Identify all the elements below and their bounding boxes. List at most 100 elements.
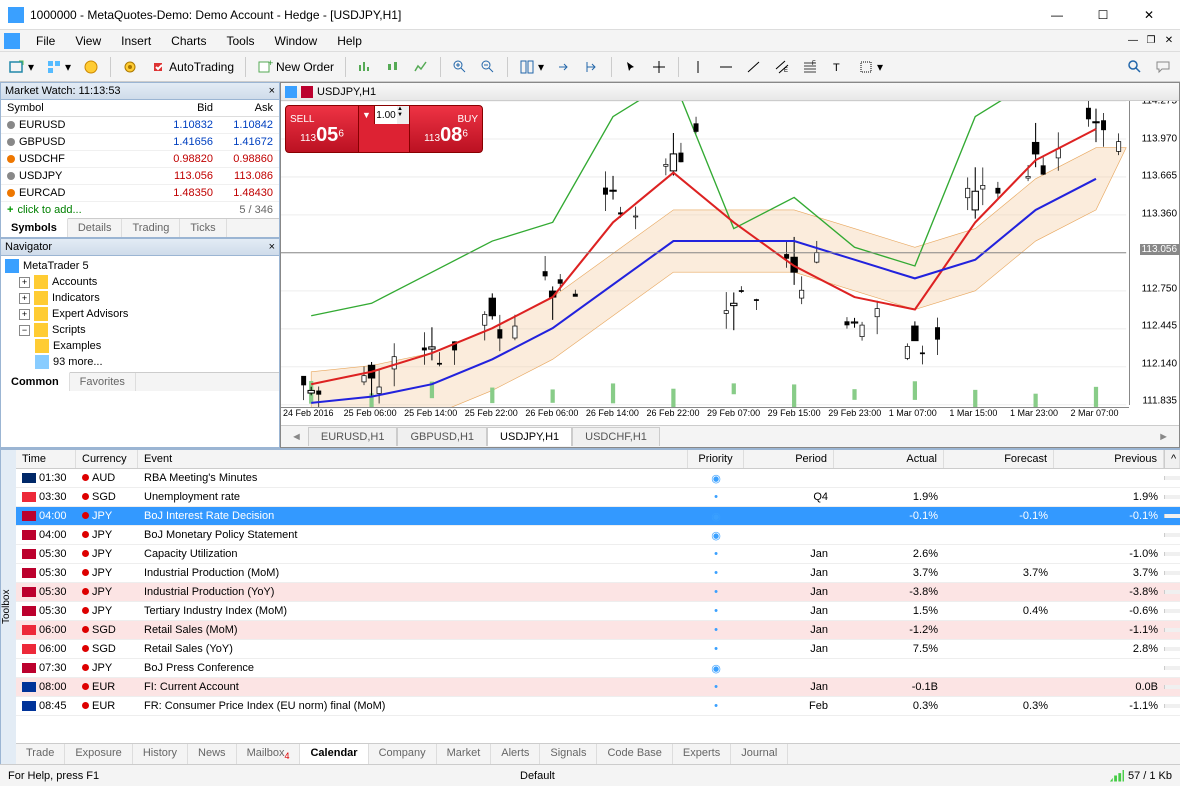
tree-accounts[interactable]: +Accounts	[3, 274, 277, 290]
minimize-button[interactable]: —	[1034, 0, 1080, 30]
col-currency[interactable]: Currency	[76, 450, 138, 468]
sell-button[interactable]: SELL 113056	[285, 105, 359, 153]
toolbox-tab-exposure[interactable]: Exposure	[65, 744, 132, 764]
new-order-button[interactable]: +New Order	[252, 55, 339, 79]
calendar-row[interactable]: 01:30 AUD RBA Meeting's Minutes ◉	[16, 469, 1180, 488]
col-period[interactable]: Period	[744, 450, 834, 468]
objects-button[interactable]: ▾	[853, 55, 888, 79]
buy-button[interactable]: BUY 113086	[409, 105, 483, 153]
col-time[interactable]: Time	[16, 450, 76, 468]
calendar-row[interactable]: 05:30 JPY Capacity Utilization • Jan 2.6…	[16, 545, 1180, 564]
mw-tab-ticks[interactable]: Ticks	[180, 219, 226, 237]
crosshair-button[interactable]	[646, 55, 672, 79]
autotrading-button[interactable]: AutoTrading	[145, 55, 239, 79]
col-symbol[interactable]: Symbol	[1, 100, 159, 116]
add-symbol-link[interactable]: click to add...	[17, 204, 81, 216]
chart-tab[interactable]: EURUSD,H1	[308, 427, 398, 446]
col-bid[interactable]: Bid	[159, 100, 219, 116]
chart-tab[interactable]: USDJPY,H1	[487, 427, 572, 446]
toolbox-tab-company[interactable]: Company	[369, 744, 437, 764]
trade-dropdown-icon[interactable]: ▼	[359, 106, 375, 124]
market-watch-row[interactable]: EURCAD 1.483501.48430	[1, 185, 279, 202]
tree-indicators[interactable]: +Indicators	[3, 290, 277, 306]
calendar-row[interactable]: 05:30 JPY Tertiary Industry Index (MoM) …	[16, 602, 1180, 621]
toolbox-tab-alerts[interactable]: Alerts	[491, 744, 540, 764]
calendar-row[interactable]: 03:30 SGD Unemployment rate • Q4 1.9% 1.…	[16, 488, 1180, 507]
toolbox-tab-news[interactable]: News	[188, 744, 237, 764]
expand-icon[interactable]: −	[19, 325, 30, 336]
nav-tab-favorites[interactable]: Favorites	[70, 373, 136, 391]
fibonacci-button[interactable]: F	[797, 55, 823, 79]
text-label-button[interactable]: T	[825, 55, 851, 79]
chart-tab-scroll-right[interactable]: ►	[1152, 431, 1175, 443]
toolbox-tab-experts[interactable]: Experts	[673, 744, 731, 764]
cursor-button[interactable]	[618, 55, 644, 79]
mw-tab-trading[interactable]: Trading	[122, 219, 180, 237]
tree-examples[interactable]: Examples	[3, 338, 277, 354]
col-event[interactable]: Event	[138, 450, 688, 468]
equidistant-channel-button[interactable]: E	[769, 55, 795, 79]
menu-view[interactable]: View	[65, 32, 111, 50]
toolbox-tab-history[interactable]: History	[133, 744, 188, 764]
market-watch-row[interactable]: GBPUSD 1.416561.41672	[1, 134, 279, 151]
menu-help[interactable]: Help	[327, 32, 372, 50]
volume-stepper[interactable]: ▲▼	[397, 106, 409, 124]
search-icon[interactable]	[1122, 55, 1148, 79]
mdi-restore-icon[interactable]: ❐	[1144, 34, 1158, 48]
close-button[interactable]: ✕	[1126, 0, 1172, 30]
add-symbol-icon[interactable]: +	[7, 204, 13, 216]
chart-tab-scroll-left[interactable]: ◄	[285, 431, 308, 443]
chart-shift-button[interactable]	[579, 55, 605, 79]
col-ask[interactable]: Ask	[219, 100, 279, 116]
col-forecast[interactable]: Forecast	[944, 450, 1054, 468]
mw-tab-symbols[interactable]: Symbols	[1, 218, 68, 237]
navigator-close-icon[interactable]: ×	[269, 241, 275, 253]
mdi-minimize-icon[interactable]: —	[1126, 34, 1140, 48]
auto-scroll-button[interactable]	[551, 55, 577, 79]
maximize-button[interactable]: ☐	[1080, 0, 1126, 30]
col-previous[interactable]: Previous	[1054, 450, 1164, 468]
profiles-button[interactable]: ▾	[41, 55, 76, 79]
candlestick-button[interactable]	[380, 55, 406, 79]
chart-tab[interactable]: GBPUSD,H1	[397, 427, 487, 446]
options-button[interactable]	[117, 55, 143, 79]
market-watch-row[interactable]: EURUSD 1.108321.10842	[1, 117, 279, 134]
line-chart-button[interactable]	[408, 55, 434, 79]
toolbox-tab-journal[interactable]: Journal	[731, 744, 788, 764]
mw-tab-details[interactable]: Details	[68, 219, 123, 237]
chart-tab[interactable]: USDCHF,H1	[572, 427, 660, 446]
menu-insert[interactable]: Insert	[111, 32, 161, 50]
menu-tools[interactable]: Tools	[217, 32, 265, 50]
market-watch-row[interactable]: USDJPY 113.056113.086	[1, 168, 279, 185]
toolbox-tab-code-base[interactable]: Code Base	[597, 744, 672, 764]
toolbox-tab-trade[interactable]: Trade	[16, 744, 65, 764]
vertical-line-button[interactable]	[685, 55, 711, 79]
market-watch-button[interactable]	[78, 55, 104, 79]
tree-more[interactable]: 93 more...	[3, 354, 277, 370]
volume-input[interactable]: 1.00	[375, 106, 397, 124]
expand-icon[interactable]: +	[19, 293, 30, 304]
calendar-row[interactable]: 05:30 JPY Industrial Production (MoM) • …	[16, 564, 1180, 583]
toolbox-tab-calendar[interactable]: Calendar	[300, 744, 368, 764]
horizontal-line-button[interactable]	[713, 55, 739, 79]
connection-text[interactable]: 57 / 1 Kb	[1128, 770, 1172, 782]
toolbox-tab-market[interactable]: Market	[437, 744, 492, 764]
expand-icon[interactable]: +	[19, 309, 30, 320]
toolbox-tab-mailbox[interactable]: Mailbox4	[237, 744, 301, 764]
calendar-row[interactable]: 04:00 JPY BoJ Interest Rate Decision ◉ -…	[16, 507, 1180, 526]
zoom-in-button[interactable]	[447, 55, 473, 79]
bar-chart-button[interactable]	[352, 55, 378, 79]
tree-scripts[interactable]: −Scripts	[3, 322, 277, 338]
col-actual[interactable]: Actual	[834, 450, 944, 468]
nav-tab-common[interactable]: Common	[1, 372, 70, 391]
market-watch-close-icon[interactable]: ×	[269, 85, 275, 97]
menu-charts[interactable]: Charts	[161, 32, 216, 50]
toolbox-tab-signals[interactable]: Signals	[540, 744, 597, 764]
calendar-row[interactable]: 04:00 JPY BoJ Monetary Policy Statement …	[16, 526, 1180, 545]
calendar-row[interactable]: 07:30 JPY BoJ Press Conference ◉	[16, 659, 1180, 678]
calendar-row[interactable]: 06:00 SGD Retail Sales (YoY) • Jan 7.5% …	[16, 640, 1180, 659]
calendar-row[interactable]: 08:00 EUR FI: Current Account • Jan -0.1…	[16, 678, 1180, 697]
calendar-row[interactable]: 08:45 EUR FR: Consumer Price Index (EU n…	[16, 697, 1180, 716]
tree-root[interactable]: MetaTrader 5	[3, 258, 277, 274]
zoom-out-button[interactable]	[475, 55, 501, 79]
